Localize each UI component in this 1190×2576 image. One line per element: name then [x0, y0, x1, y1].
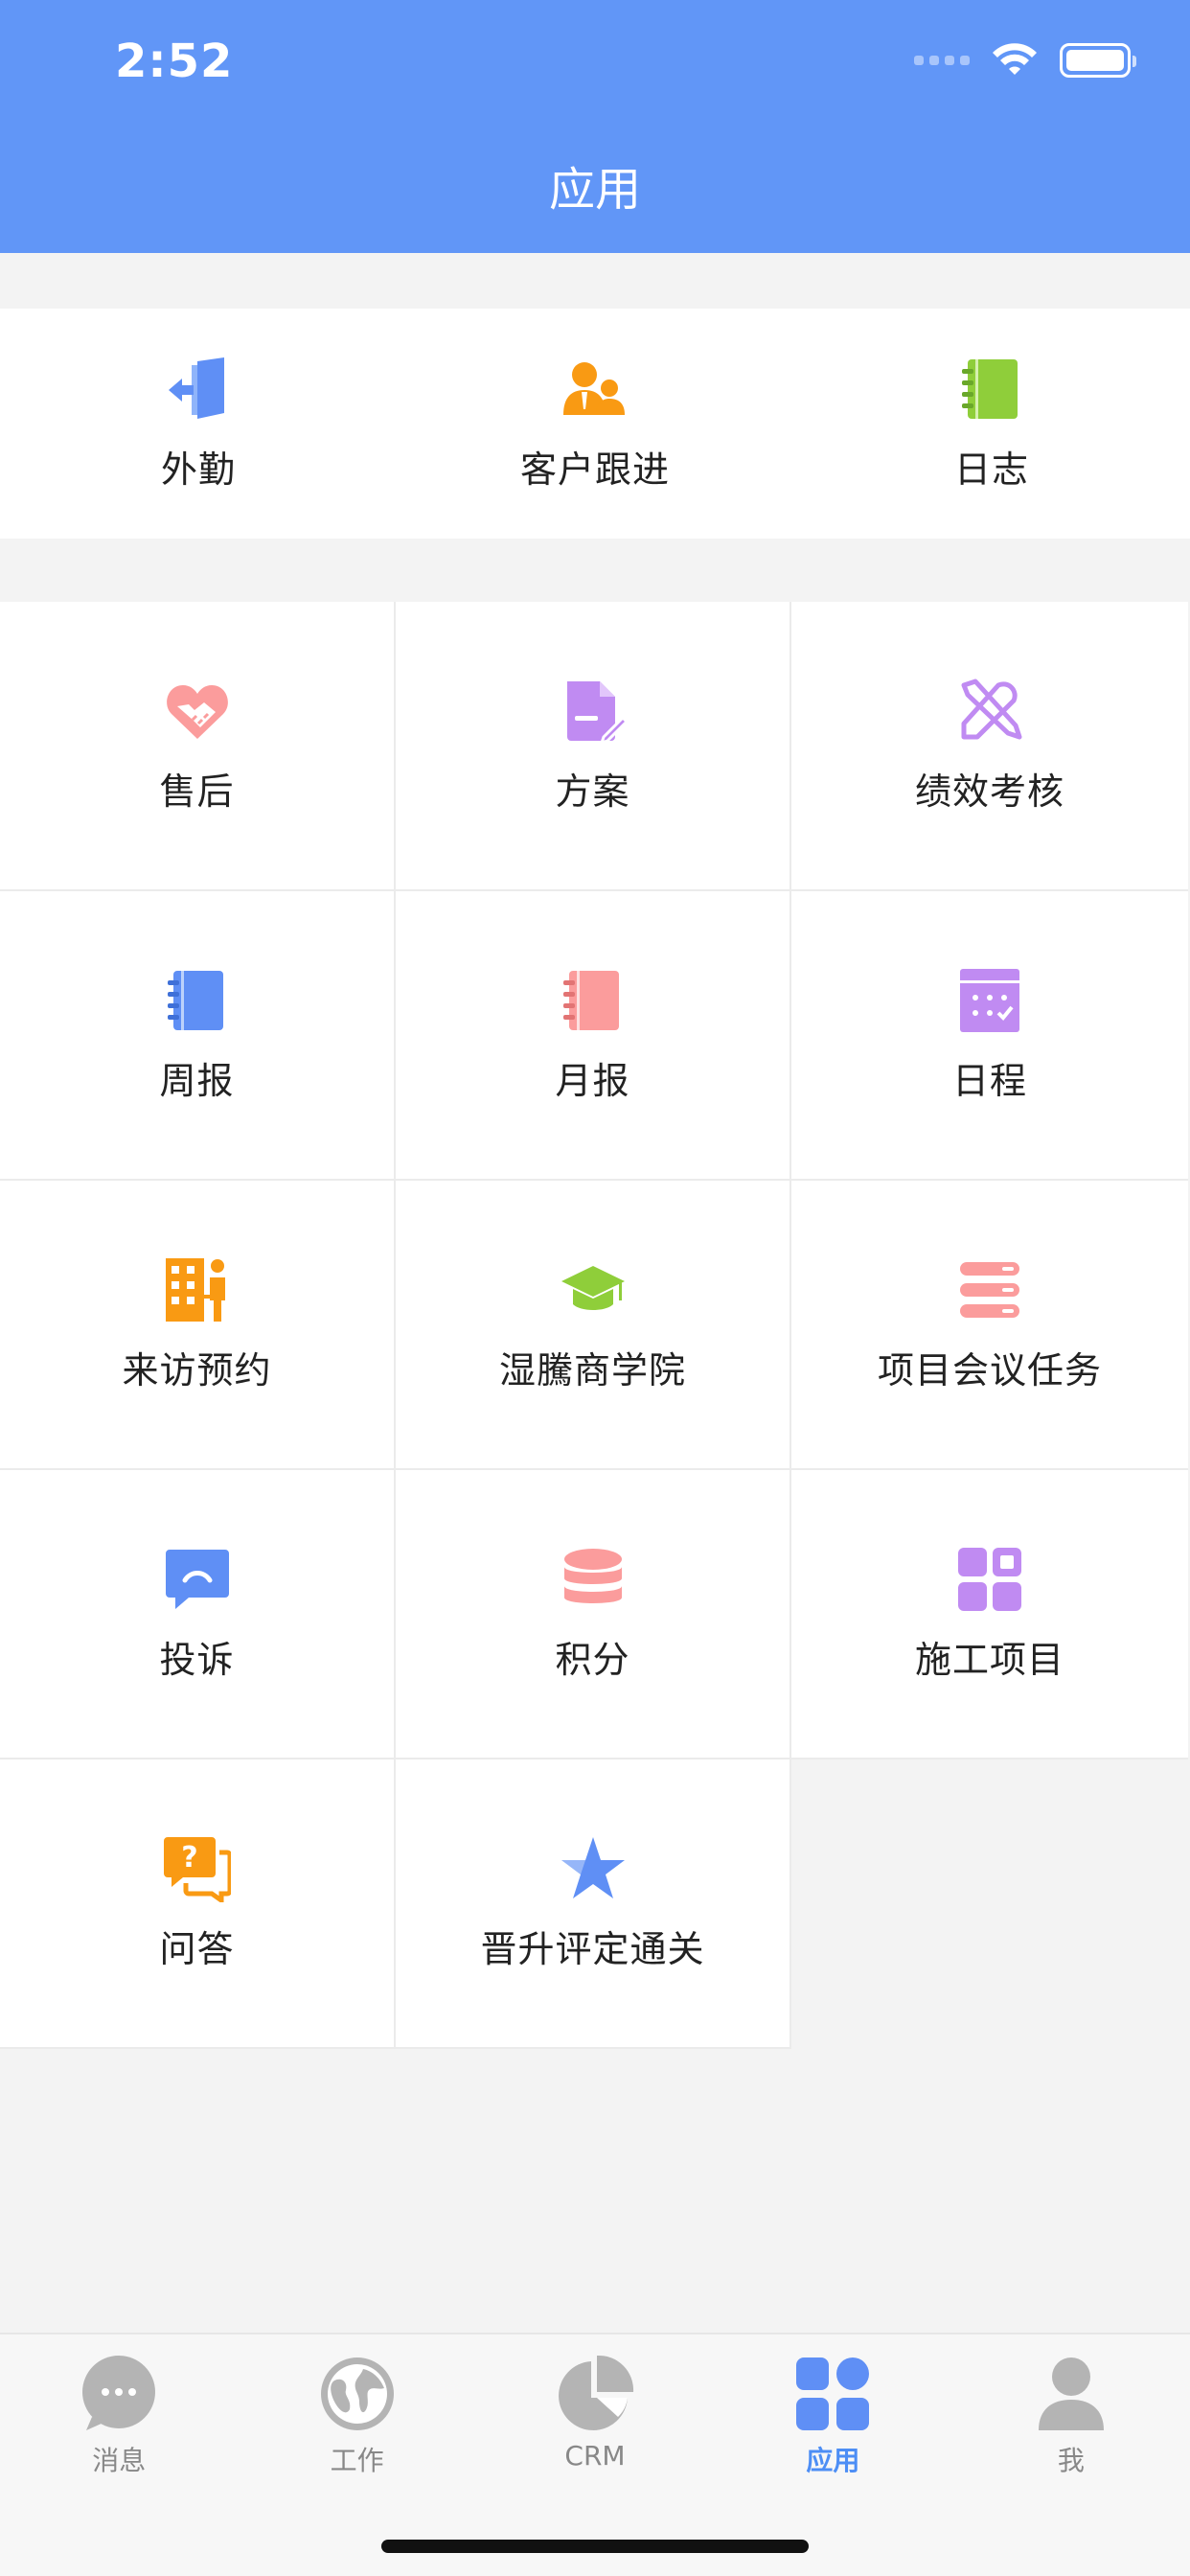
- app-item-qa[interactable]: ? 问答: [0, 1760, 396, 2049]
- question-bubble-icon: ?: [163, 1836, 231, 1902]
- document-edit-icon: [566, 680, 627, 745]
- apps-grid-icon: [958, 1547, 1021, 1611]
- app-item-label: 来访预约: [122, 1348, 272, 1392]
- app-item-label: 外勤: [160, 448, 236, 491]
- app-item-label: 客户跟进: [519, 448, 670, 491]
- app-item-label: 积分: [555, 1638, 630, 1681]
- tools-icon: [961, 678, 1022, 739]
- app-item-label: 项目会议任务: [877, 1348, 1102, 1392]
- tab-label: 工作: [330, 2445, 384, 2476]
- svg-text:?: ?: [181, 1841, 197, 1874]
- pie-chart-icon: [559, 2355, 634, 2430]
- quick-apps-section: 外勤 客户跟进 日志: [0, 309, 1190, 539]
- home-indicator[interactable]: [381, 2540, 809, 2553]
- app-item-academy[interactable]: 湿騰商学院: [396, 1181, 791, 1470]
- app-item-label: 绩效考核: [914, 770, 1064, 813]
- notebook-icon: [962, 358, 1018, 419]
- nav-bar: 应用: [0, 134, 1190, 253]
- app-item-field-work[interactable]: 外勤: [0, 309, 397, 539]
- app-item-schedule[interactable]: 日程: [791, 891, 1188, 1181]
- app-item-visit-booking[interactable]: 来访预约: [0, 1181, 396, 1470]
- empty-cell: [791, 1760, 1188, 2049]
- app-item-label: 日程: [951, 1059, 1027, 1102]
- app-item-label: 晋升评定通关: [480, 1927, 705, 1970]
- tab-label: 消息: [92, 2445, 147, 2476]
- tab-label: 应用: [806, 2445, 860, 2476]
- notebook-icon: [562, 970, 619, 1030]
- app-item-after-sales[interactable]: 售后: [0, 602, 396, 891]
- star-icon: [561, 1836, 625, 1898]
- battery-icon: [1060, 43, 1136, 78]
- wifi-icon: [993, 43, 1037, 75]
- app-item-label: 方案: [555, 770, 630, 813]
- calendar-icon: [960, 968, 1019, 1032]
- app-item-project-meeting[interactable]: 项目会议任务: [791, 1181, 1188, 1470]
- tab-work[interactable]: 工作: [238, 2334, 475, 2497]
- app-item-promotion[interactable]: 晋升评定通关: [396, 1760, 791, 2049]
- page-title: 应用: [548, 163, 641, 217]
- app-item-label: 湿騰商学院: [498, 1348, 686, 1392]
- app-item-label: 日志: [953, 448, 1029, 491]
- tab-label: 我: [1057, 2445, 1085, 2476]
- app-item-plan[interactable]: 方案: [396, 602, 791, 891]
- notebook-icon: [167, 970, 223, 1030]
- handshake-heart-icon: [166, 684, 228, 739]
- apps-grid: 售后 方案 绩效考核 周报 月报 日程 来访预约 湿騰商学院 项目会议任务 投诉…: [0, 602, 1190, 2049]
- message-icon: [82, 2356, 156, 2430]
- tab-me[interactable]: 我: [952, 2334, 1190, 2497]
- app-item-monthly-report[interactable]: 月报: [396, 891, 791, 1181]
- apps-icon: [796, 2358, 870, 2430]
- tab-bar: 消息 工作 CRM 应用 我: [0, 2333, 1190, 2576]
- app-item-weekly-report[interactable]: 周报: [0, 891, 396, 1181]
- cellular-signal-icon: [914, 56, 970, 65]
- status-time: 2:52: [115, 34, 234, 88]
- app-item-complaint[interactable]: 投诉: [0, 1470, 396, 1760]
- app-item-label: 售后: [159, 770, 235, 813]
- building-visitor-icon: [165, 1257, 225, 1322]
- tab-apps[interactable]: 应用: [714, 2334, 951, 2497]
- stack-list-icon: [960, 1261, 1019, 1318]
- chat-bubble-icon: [165, 1549, 229, 1609]
- tab-label: CRM: [564, 2440, 626, 2472]
- tab-crm[interactable]: CRM: [476, 2334, 714, 2497]
- app-item-label: 投诉: [159, 1638, 235, 1681]
- app-item-customer-followup[interactable]: 客户跟进: [397, 309, 793, 539]
- graduation-cap-icon: [561, 1265, 625, 1310]
- customers-icon: [563, 361, 625, 415]
- tab-messages[interactable]: 消息: [0, 2334, 238, 2497]
- app-item-log[interactable]: 日志: [793, 309, 1190, 539]
- person-icon: [1038, 2358, 1104, 2430]
- status-indicators: [914, 42, 1136, 79]
- app-item-label: 月报: [555, 1059, 630, 1102]
- app-item-label: 问答: [159, 1927, 235, 1970]
- app-item-points[interactable]: 积分: [396, 1470, 791, 1760]
- status-bar: 2:52: [0, 0, 1190, 134]
- app-item-performance[interactable]: 绩效考核: [791, 602, 1188, 891]
- globe-icon: [320, 2358, 394, 2430]
- coin-stack-icon: [563, 1548, 622, 1603]
- door-exit-icon: [169, 356, 224, 419]
- app-item-label: 施工项目: [914, 1638, 1064, 1681]
- app-item-construction[interactable]: 施工项目: [791, 1470, 1188, 1760]
- app-item-label: 周报: [159, 1059, 235, 1102]
